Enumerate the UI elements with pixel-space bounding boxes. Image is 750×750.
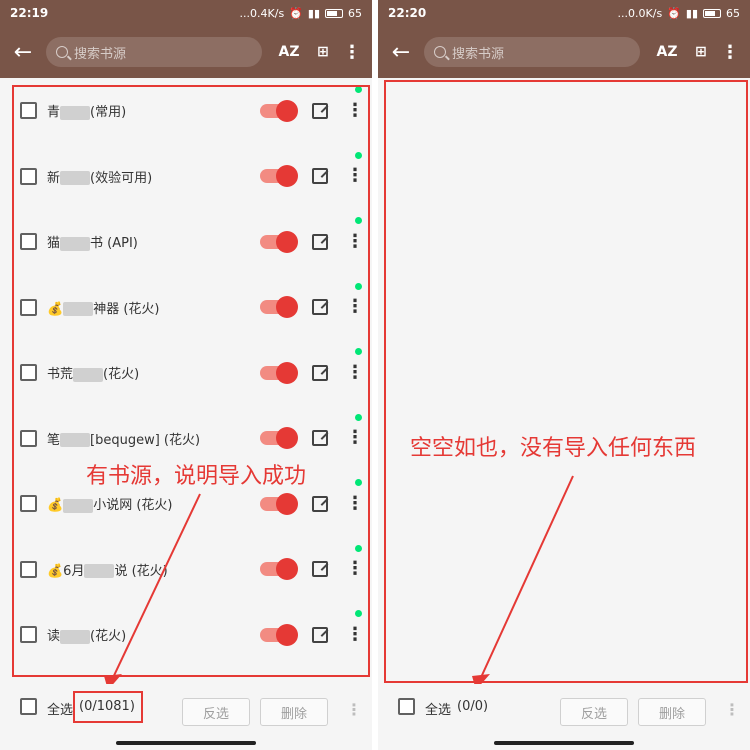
sort-az-icon[interactable]: AZ [650,44,684,60]
invert-selection-button[interactable]: 反选 [182,698,250,726]
more-menu-icon[interactable]: ⋮ [340,42,364,63]
signal-icon: ▮▮ [685,6,698,20]
right-screen: 22:20 ...0.0K/s ⏰ ▮▮ 65 ← 搜索书源 AZ ⊞ ⋮ 空空… [378,0,750,750]
select-all-label: 全选 [425,703,452,718]
app-toolbar: ← 搜索书源 AZ ⊞ ⋮ [378,26,750,78]
search-icon [434,46,446,58]
search-placeholder: 搜索书源 [452,46,505,62]
alarm-icon: ⏰ [667,6,681,20]
app-toolbar: ← 搜索书源 AZ ⊞ ⋮ [0,26,372,78]
signal-icon: ▮▮ [307,6,320,20]
select-all-checkbox[interactable] [398,698,415,715]
source-list-area: 青 (常用) ⋮ 新 (效验可用) ⋮ 猫书 (API) ⋮ 💰 神器 (花火) ⋮ 书荒 (花火) ⋮ 笔… [0,78,372,684]
status-bar: 22:20 ...0.0K/s ⏰ ▮▮ 65 [378,0,750,26]
selection-count: (0/0) [457,699,489,714]
battery-level: 65 [348,6,362,20]
battery-level: 65 [726,6,740,20]
delete-button[interactable]: 删除 [638,698,706,726]
network-speed: ...0.0K/s [617,6,663,20]
search-input[interactable]: 搜索书源 [424,37,640,67]
bottom-more-icon[interactable]: ⋮ [346,700,362,719]
bottom-bar: 全选 (0/0) 反选 删除 ⋮ [378,684,750,750]
empty-list-area: 空空如也，没有导入任何东西 [378,78,750,684]
status-icons: ...0.4K/s ⏰ ▮▮ 65 [240,7,362,20]
battery-icon [703,8,721,18]
status-time: 22:19 [10,6,49,20]
home-indicator[interactable] [494,741,634,745]
home-indicator[interactable] [116,741,256,745]
group-icon[interactable]: ⊞ [684,44,718,60]
alarm-icon: ⏰ [289,6,303,20]
left-screen: 22:19 ...0.4K/s ⏰ ▮▮ 65 ← 搜索书源 AZ ⊞ ⋮ 青(… [0,0,372,750]
search-icon [56,46,68,58]
delete-button[interactable]: 删除 [260,698,328,726]
annotation-arrow [472,475,574,684]
group-icon[interactable]: ⊞ [306,44,340,60]
annotation-arrow [104,493,201,684]
invert-selection-button[interactable]: 反选 [560,698,628,726]
search-placeholder: 搜索书源 [74,46,127,62]
screenshot-comparison: 22:19 ...0.4K/s ⏰ ▮▮ 65 ← 搜索书源 AZ ⊞ ⋮ 青(… [0,0,750,750]
status-time: 22:20 [388,6,427,20]
status-bar: 22:19 ...0.4K/s ⏰ ▮▮ 65 [0,0,372,26]
status-icons: ...0.0K/s ⏰ ▮▮ 65 [618,7,740,20]
battery-icon [325,8,343,18]
bottom-bar: 全选 (0/1081) 反选 删除 ⋮ [0,684,372,750]
network-speed: ...0.4K/s [239,6,285,20]
select-all-label: 全选 [47,703,74,718]
bottom-more-icon[interactable]: ⋮ [724,700,740,719]
sort-az-icon[interactable]: AZ [272,44,306,60]
count-highlight-box [73,691,143,723]
search-input[interactable]: 搜索书源 [46,37,262,67]
select-all-checkbox[interactable] [20,698,37,715]
back-arrow-icon[interactable]: ← [8,40,38,65]
more-menu-icon[interactable]: ⋮ [718,42,742,63]
back-arrow-icon[interactable]: ← [386,40,416,65]
